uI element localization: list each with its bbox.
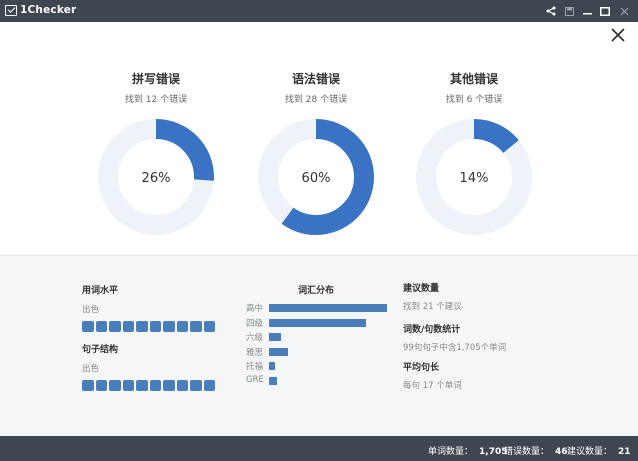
suggestion-count-value: 21 bbox=[618, 447, 631, 457]
card-title: 其他错误 bbox=[449, 72, 498, 86]
word-sentence-stats-value: 99句句子中含1,705个单词 bbox=[403, 343, 507, 353]
spelling-errors-card: 拼写错误 找到 12 个错误 26% bbox=[86, 70, 226, 237]
word-sentence-stats-title: 词数/句数统计 bbox=[403, 325, 461, 335]
word-level-title: 用词水平 bbox=[82, 286, 119, 296]
meter-block bbox=[82, 380, 94, 391]
vocab-bar-label: GRE bbox=[246, 374, 264, 385]
donut-chart: 14% bbox=[416, 119, 532, 235]
sentence-structure-value: 出色 bbox=[82, 364, 100, 374]
word-level-meter bbox=[82, 321, 215, 332]
meter-block bbox=[190, 321, 202, 332]
avg-sentence-length-title: 平均句长 bbox=[403, 363, 440, 373]
minimize-icon[interactable] bbox=[579, 0, 595, 22]
meter-block bbox=[95, 380, 107, 391]
word-sentence-stats-section: 词数/句数统计 99句句子中含1,705个单词 bbox=[403, 322, 506, 353]
vocab-bar bbox=[269, 376, 277, 385]
donut-chart: 60% bbox=[258, 119, 374, 235]
vocab-bar-label: 高中 bbox=[246, 304, 264, 314]
card-title: 语法错误 bbox=[291, 72, 340, 86]
card-subtitle: 找到 6 个错误 bbox=[445, 95, 503, 105]
app-title: 1Checker bbox=[20, 4, 77, 16]
suggestion-count-stat: 建议数量： 21 bbox=[567, 444, 631, 457]
percent-label: 26% bbox=[142, 171, 171, 186]
meter-block bbox=[122, 380, 134, 391]
meter-block bbox=[176, 321, 188, 332]
percent-label: 14% bbox=[460, 171, 489, 186]
error-count-stat: 错误数量： 46 bbox=[504, 444, 568, 457]
meter-block bbox=[82, 321, 94, 332]
sentence-structure-section: 句子结构 出色 bbox=[82, 342, 215, 391]
error-count-value: 46 bbox=[555, 447, 568, 457]
card-subtitle: 找到 28 个错误 bbox=[284, 95, 348, 105]
word-count-label: 单词数量： bbox=[428, 447, 474, 457]
status-bar: 单词数量： 1,705 错误数量： 46 建议数量： 21 bbox=[0, 436, 638, 461]
percent-label: 60% bbox=[302, 171, 331, 186]
close-icon[interactable] bbox=[616, 0, 632, 22]
sentence-structure-title: 句子结构 bbox=[82, 345, 119, 355]
meter-block bbox=[163, 321, 175, 332]
vocab-bar-label: 托福 bbox=[246, 362, 264, 372]
title-bar: 1Checker bbox=[0, 0, 638, 22]
meter-block bbox=[149, 321, 161, 332]
vocab-bar bbox=[269, 304, 387, 312]
meter-block bbox=[176, 380, 188, 391]
donut-chart: 26% bbox=[98, 119, 214, 235]
suggestions-title: 建议数量 bbox=[403, 284, 440, 294]
meter-block bbox=[136, 321, 148, 332]
meter-block bbox=[149, 380, 161, 391]
card-subtitle: 找到 12 个错误 bbox=[124, 95, 188, 105]
meter-block bbox=[203, 321, 215, 332]
word-level-section: 用词水平 出色 bbox=[82, 283, 215, 332]
maximize-icon[interactable] bbox=[597, 0, 613, 22]
vocab-bar-label: 四级 bbox=[246, 318, 264, 329]
vocab-bar bbox=[269, 333, 281, 341]
vocab-bar bbox=[269, 347, 288, 356]
suggestions-value: 找到 21 个建议 bbox=[403, 302, 462, 312]
vocab-bar-label: 六级 bbox=[246, 333, 264, 343]
save-icon[interactable] bbox=[561, 0, 577, 22]
word-count-stat: 单词数量： 1,705 bbox=[428, 444, 507, 457]
suggestions-section: 建议数量 找到 21 个建议 bbox=[403, 281, 462, 312]
avg-sentence-length-section: 平均句长 每句 17 个单词 bbox=[403, 360, 462, 391]
share-icon[interactable] bbox=[543, 0, 559, 22]
vocab-distribution-title: 词汇分布 bbox=[298, 286, 335, 296]
suggestion-count-label: 建议数量： bbox=[567, 447, 613, 457]
meter-block bbox=[163, 380, 175, 391]
vocab-bar bbox=[269, 362, 275, 370]
meter-block bbox=[109, 321, 121, 332]
word-level-value: 出色 bbox=[82, 305, 100, 315]
meter-block bbox=[109, 380, 121, 391]
meter-block bbox=[203, 380, 215, 391]
app-logo-icon bbox=[5, 5, 17, 16]
other-errors-card: 其他错误 找到 6 个错误 14% bbox=[404, 70, 544, 237]
card-title: 拼写错误 bbox=[131, 72, 180, 86]
meter-block bbox=[122, 321, 134, 332]
sentence-structure-meter bbox=[82, 380, 215, 391]
vocab-bar-label: 雅思 bbox=[246, 347, 264, 358]
meter-block bbox=[95, 321, 107, 332]
close-report-button[interactable] bbox=[608, 27, 628, 47]
grammar-errors-card: 语法错误 找到 28 个错误 60% bbox=[246, 70, 386, 237]
meter-block bbox=[190, 380, 202, 391]
avg-sentence-length-value: 每句 17 个单词 bbox=[403, 381, 462, 391]
vocab-bar bbox=[269, 318, 366, 327]
error-count-label: 错误数量： bbox=[504, 447, 550, 457]
meter-block bbox=[136, 380, 148, 391]
